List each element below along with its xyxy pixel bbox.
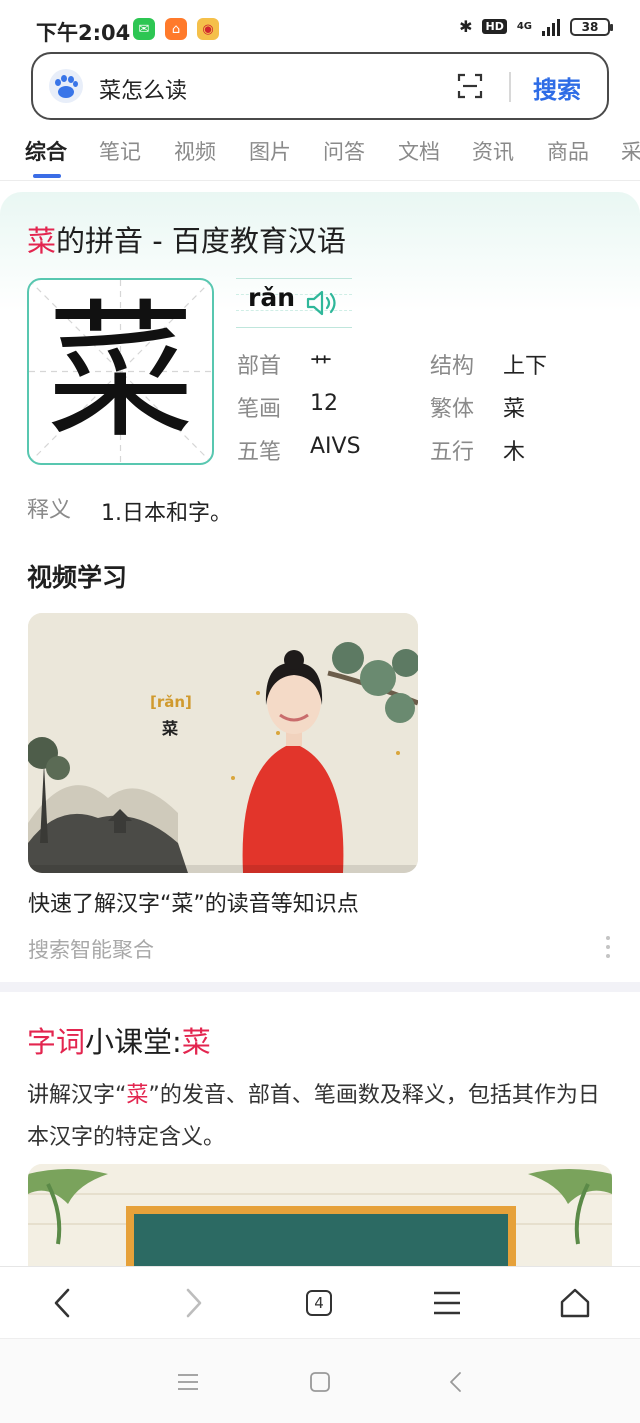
tabs-button[interactable]: 4 [299, 1283, 339, 1323]
lesson-card-title[interactable]: 字词小课堂:菜 [27, 1019, 211, 1061]
search-box[interactable]: 菜怎么读 搜索 [31, 52, 609, 120]
lesson-thumbnail[interactable] [28, 1164, 612, 1268]
wechat-icon: ✉ [133, 18, 155, 40]
browser-toolbar: 4 [0, 1266, 640, 1339]
bluetooth-icon: ✱ [459, 17, 473, 36]
title-text: 的拼音 - 百度教育汉语 [56, 224, 346, 258]
battery-level: 38 [581, 19, 599, 34]
tab-all[interactable]: 综合 [25, 136, 67, 166]
tab-docs[interactable]: 文档 [398, 136, 440, 166]
home-icon [560, 1288, 590, 1318]
network-type: 4G [516, 21, 532, 32]
video-overlay-char: 菜 [162, 719, 179, 738]
attr-value-element: 木 [503, 440, 526, 465]
baidu-paw-icon [49, 69, 83, 103]
status-time: 下午2:04 [36, 21, 131, 45]
menu-icon [434, 1291, 460, 1315]
attr-value-wubi: AIVS [310, 434, 361, 459]
active-tab-indicator [33, 174, 61, 178]
scan-icon[interactable] [457, 73, 483, 99]
meaning-value: 1.日本和字。 [101, 501, 232, 526]
forward-button[interactable] [174, 1283, 214, 1323]
chevron-left-icon [54, 1288, 70, 1318]
card-separator [0, 982, 640, 992]
lesson-description: 讲解汉字“菜”的发音、部首、笔画数及释义，包括其作为日本汉字的特定含义。 [27, 1075, 613, 1159]
tab-notes[interactable]: 笔记 [99, 136, 141, 166]
lesson-title-red: 字词 [27, 1025, 86, 1059]
attr-label-radical: 部首 [237, 354, 282, 379]
square-home-icon [310, 1372, 330, 1392]
lesson-title-char: 菜 [181, 1025, 211, 1059]
search-divider [509, 72, 511, 102]
tab-more[interactable]: 采 [621, 136, 640, 166]
menu-button[interactable] [427, 1283, 467, 1323]
attr-label-strokes: 笔画 [237, 397, 282, 422]
tab-count: 4 [306, 1290, 332, 1316]
video-caption[interactable]: 快速了解汉字“菜”的读音等知识点 [28, 886, 359, 918]
video-scene-illustration [28, 613, 418, 873]
lesson-desc-char: 菜 [126, 1083, 149, 1108]
attr-value-radical: 艹 [310, 354, 333, 379]
result-tabs: 综合 笔记 视频 图片 问答 文档 资讯 商品 采 [0, 128, 640, 181]
classroom-illustration [28, 1164, 612, 1268]
video-thumbnail[interactable]: [rǎn] 菜 [28, 613, 418, 873]
video-section-title: 视频学习 [27, 563, 128, 592]
attr-label-element: 五行 [430, 440, 475, 465]
more-options-icon[interactable] [606, 936, 612, 963]
attr-value-structure: 上下 [503, 354, 548, 379]
chevron-right-icon [186, 1288, 202, 1318]
speaker-icon[interactable] [306, 289, 340, 317]
attr-value-strokes: 12 [310, 391, 338, 416]
weibo-icon: ◉ [197, 18, 219, 40]
pinyin-card: 菜的拼音 - 百度教育汉语 菜 rǎn 部首 艹 结构 上下 笔画 12 繁体 … [0, 192, 640, 982]
character-grid: 菜 [27, 278, 214, 465]
attr-value-traditional: 菜 [503, 397, 526, 422]
pinyin-row: rǎn [236, 278, 352, 328]
title-highlight-char: 菜 [27, 224, 57, 258]
card-title[interactable]: 菜的拼音 - 百度教育汉语 [27, 218, 346, 260]
recent-apps-icon [178, 1374, 198, 1390]
hd-icon: HD [482, 19, 507, 34]
lesson-title-mid: 小课堂: [85, 1025, 182, 1059]
battery-icon: 38 [570, 17, 613, 36]
taobao-icon: ⌂ [165, 18, 187, 40]
status-indicators: ✱ HD 4G 38 [459, 17, 613, 36]
tab-news[interactable]: 资讯 [472, 136, 514, 166]
system-home-button[interactable] [305, 1367, 335, 1397]
system-menu-button[interactable] [173, 1367, 203, 1397]
large-character: 菜 [46, 285, 195, 458]
pinyin-text: rǎn [248, 283, 295, 312]
signal-icon [542, 18, 560, 36]
tab-qa[interactable]: 问答 [323, 136, 365, 166]
attr-label-wubi: 五笔 [237, 440, 282, 465]
lesson-desc-pre: 讲解汉字“ [27, 1083, 127, 1108]
tab-products[interactable]: 商品 [547, 136, 589, 166]
tab-video[interactable]: 视频 [174, 136, 216, 166]
system-back-button[interactable] [440, 1367, 470, 1397]
meaning-label: 释义 [27, 498, 72, 523]
back-arrow-icon [450, 1372, 461, 1392]
back-button[interactable] [42, 1283, 82, 1323]
video-overlay-pinyin: [rǎn] [150, 693, 192, 711]
result-source: 搜索智能聚合 [28, 938, 154, 962]
status-bar: 下午2:04 ✉ ⌂ ◉ ✱ HD 4G 38 [0, 0, 640, 56]
attr-label-structure: 结构 [430, 354, 475, 379]
search-input[interactable]: 菜怎么读 [99, 73, 187, 105]
search-button[interactable]: 搜索 [533, 70, 581, 105]
home-button[interactable] [555, 1283, 595, 1323]
attr-label-traditional: 繁体 [430, 397, 475, 422]
system-navigation-bar [0, 1338, 640, 1423]
tab-images[interactable]: 图片 [249, 136, 291, 166]
